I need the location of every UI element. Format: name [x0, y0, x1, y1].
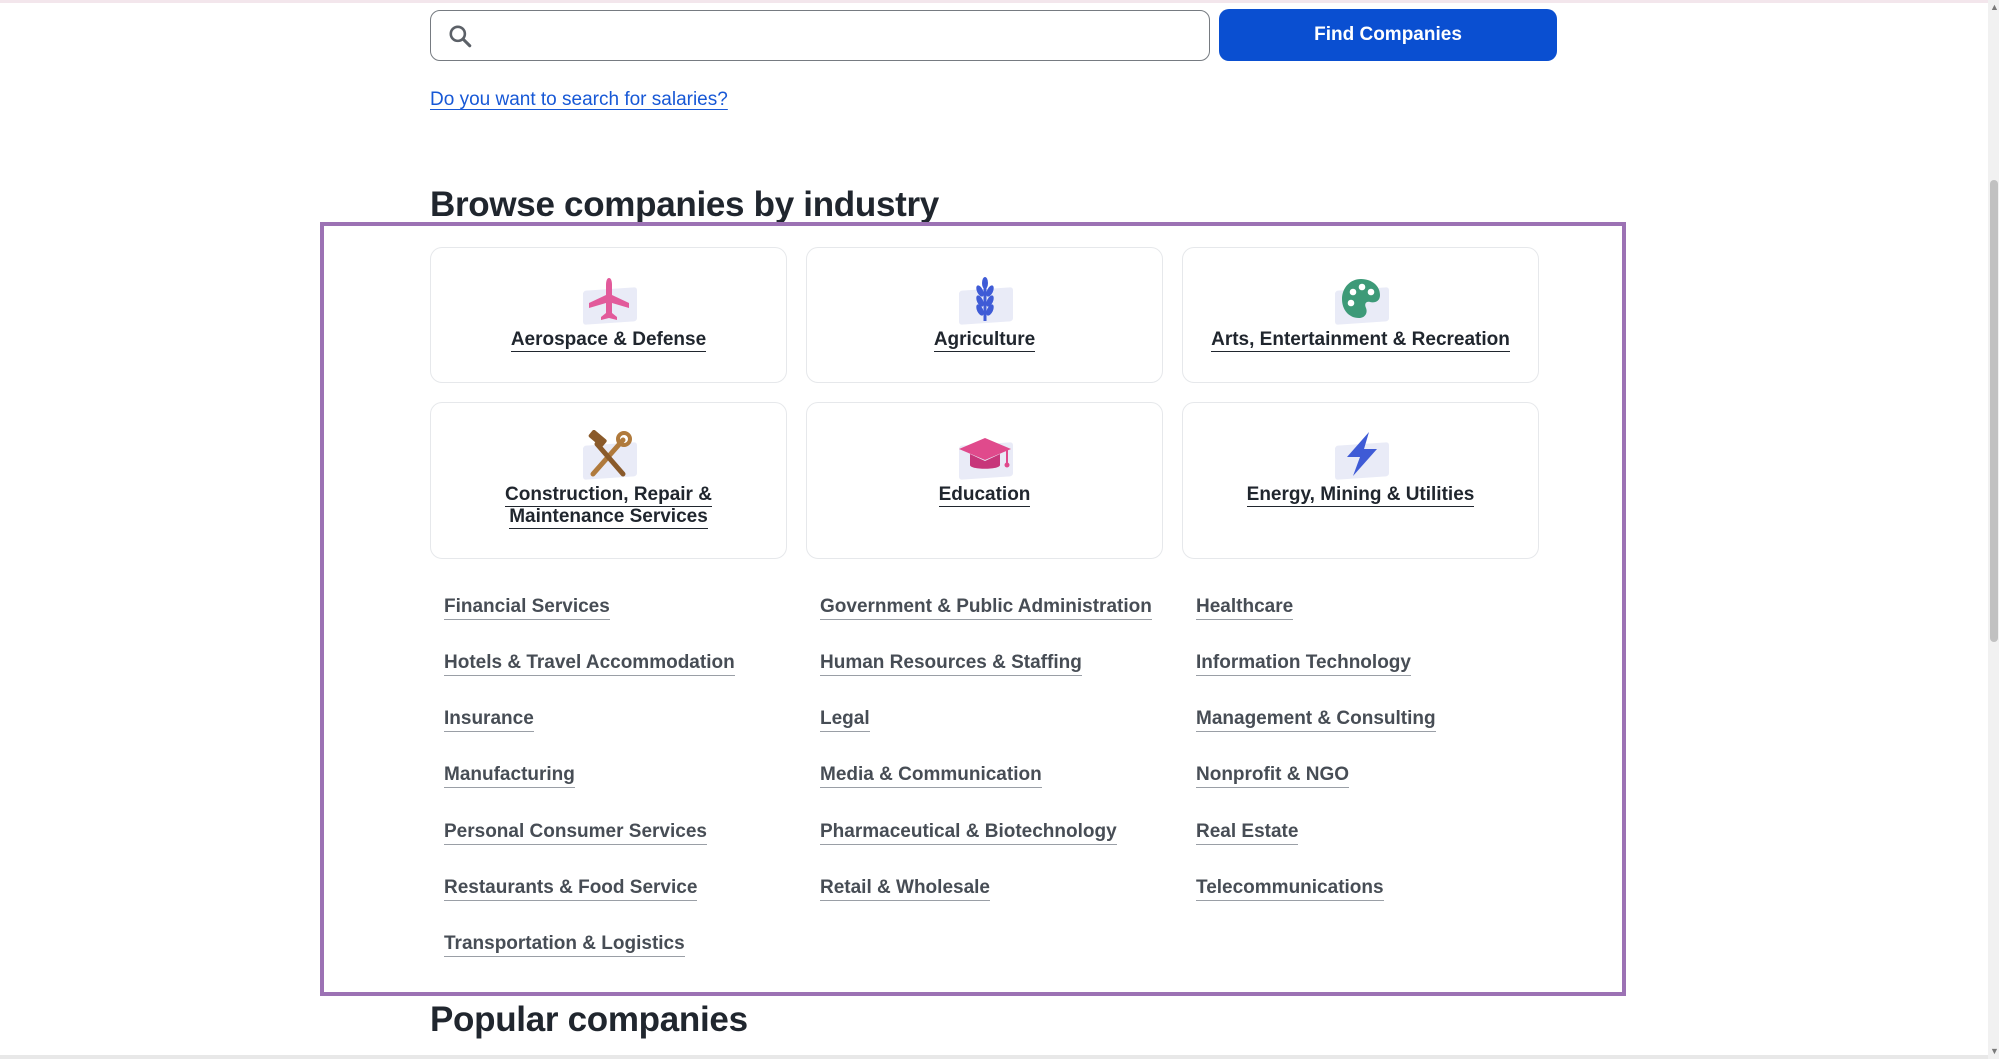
industry-link-real-estate[interactable]: Real Estate	[1196, 821, 1299, 845]
search-input[interactable]	[483, 11, 1209, 60]
industry-link-financial-services[interactable]: Financial Services	[444, 596, 610, 620]
industry-link-information-technology[interactable]: Information Technology	[1196, 652, 1411, 676]
industry-card-arts-entertainment-recreation[interactable]: Arts, Entertainment & Recreation	[1182, 247, 1539, 383]
scroll-down-arrow-icon[interactable]: ▼	[1990, 1046, 1999, 1056]
industry-card-construction-repair-maintenance[interactable]: Construction, Repair & Maintenance Servi…	[430, 402, 787, 559]
search-salaries-link[interactable]: Do you want to search for salaries?	[430, 89, 728, 111]
industry-card-agriculture[interactable]: Agriculture	[806, 247, 1163, 383]
industry-card-energy-mining-utilities[interactable]: Energy, Mining & Utilities	[1182, 402, 1539, 559]
graduation-cap-icon	[958, 438, 1011, 469]
industry-link-hotels-travel[interactable]: Hotels & Travel Accommodation	[444, 652, 735, 676]
industry-card-education[interactable]: Education	[806, 402, 1163, 559]
industry-link-telecommunications[interactable]: Telecommunications	[1196, 877, 1384, 901]
industry-link-insurance[interactable]: Insurance	[444, 708, 534, 732]
industry-link-transportation-logistics[interactable]: Transportation & Logistics	[444, 933, 685, 957]
popular-companies-title: Popular companies	[430, 1000, 748, 1039]
top-rule	[0, 0, 1999, 3]
industry-card-aerospace-defense[interactable]: Aerospace & Defense	[430, 247, 787, 383]
industry-link-government-public-administration[interactable]: Government & Public Administration	[820, 596, 1152, 620]
card-label: Agriculture	[933, 329, 1036, 352]
industry-link-manufacturing[interactable]: Manufacturing	[444, 764, 575, 788]
card-label: Education	[938, 484, 1031, 507]
wheat-icon	[975, 277, 994, 321]
industry-link-healthcare[interactable]: Healthcare	[1196, 596, 1294, 620]
industry-link-personal-consumer-services[interactable]: Personal Consumer Services	[444, 821, 707, 845]
card-label: Energy, Mining & Utilities	[1246, 484, 1475, 507]
palette-icon	[1341, 279, 1380, 318]
search-icon	[449, 24, 472, 47]
search-box[interactable]	[430, 10, 1210, 61]
airplane-icon	[588, 278, 629, 320]
card-label: Aerospace & Defense	[510, 329, 707, 352]
bottom-rule	[0, 1055, 1988, 1059]
industry-link-restaurants-food-service[interactable]: Restaurants & Food Service	[444, 877, 698, 901]
lightning-icon	[1346, 432, 1377, 476]
tools-icon	[588, 430, 632, 477]
industry-link-legal[interactable]: Legal	[820, 708, 870, 732]
card-label: Arts, Entertainment & Recreation	[1211, 329, 1510, 352]
industry-link-nonprofit-ngo[interactable]: Nonprofit & NGO	[1196, 764, 1350, 788]
industry-link-management-consulting[interactable]: Management & Consulting	[1196, 708, 1436, 732]
industry-link-retail-wholesale[interactable]: Retail & Wholesale	[820, 877, 990, 901]
scroll-up-arrow-icon[interactable]: ▲	[1990, 2, 1999, 12]
find-companies-button[interactable]: Find Companies	[1219, 9, 1557, 61]
industry-link-media-communication[interactable]: Media & Communication	[820, 764, 1042, 788]
industry-link-pharmaceutical-biotechnology[interactable]: Pharmaceutical & Biotechnology	[820, 821, 1117, 845]
card-label: Construction, Repair & Maintenance Servi…	[505, 484, 712, 529]
industry-link-human-resources-staffing[interactable]: Human Resources & Staffing	[820, 652, 1082, 676]
scrollbar-thumb[interactable]	[1990, 180, 1998, 642]
browse-by-industry-title: Browse companies by industry	[430, 185, 939, 224]
